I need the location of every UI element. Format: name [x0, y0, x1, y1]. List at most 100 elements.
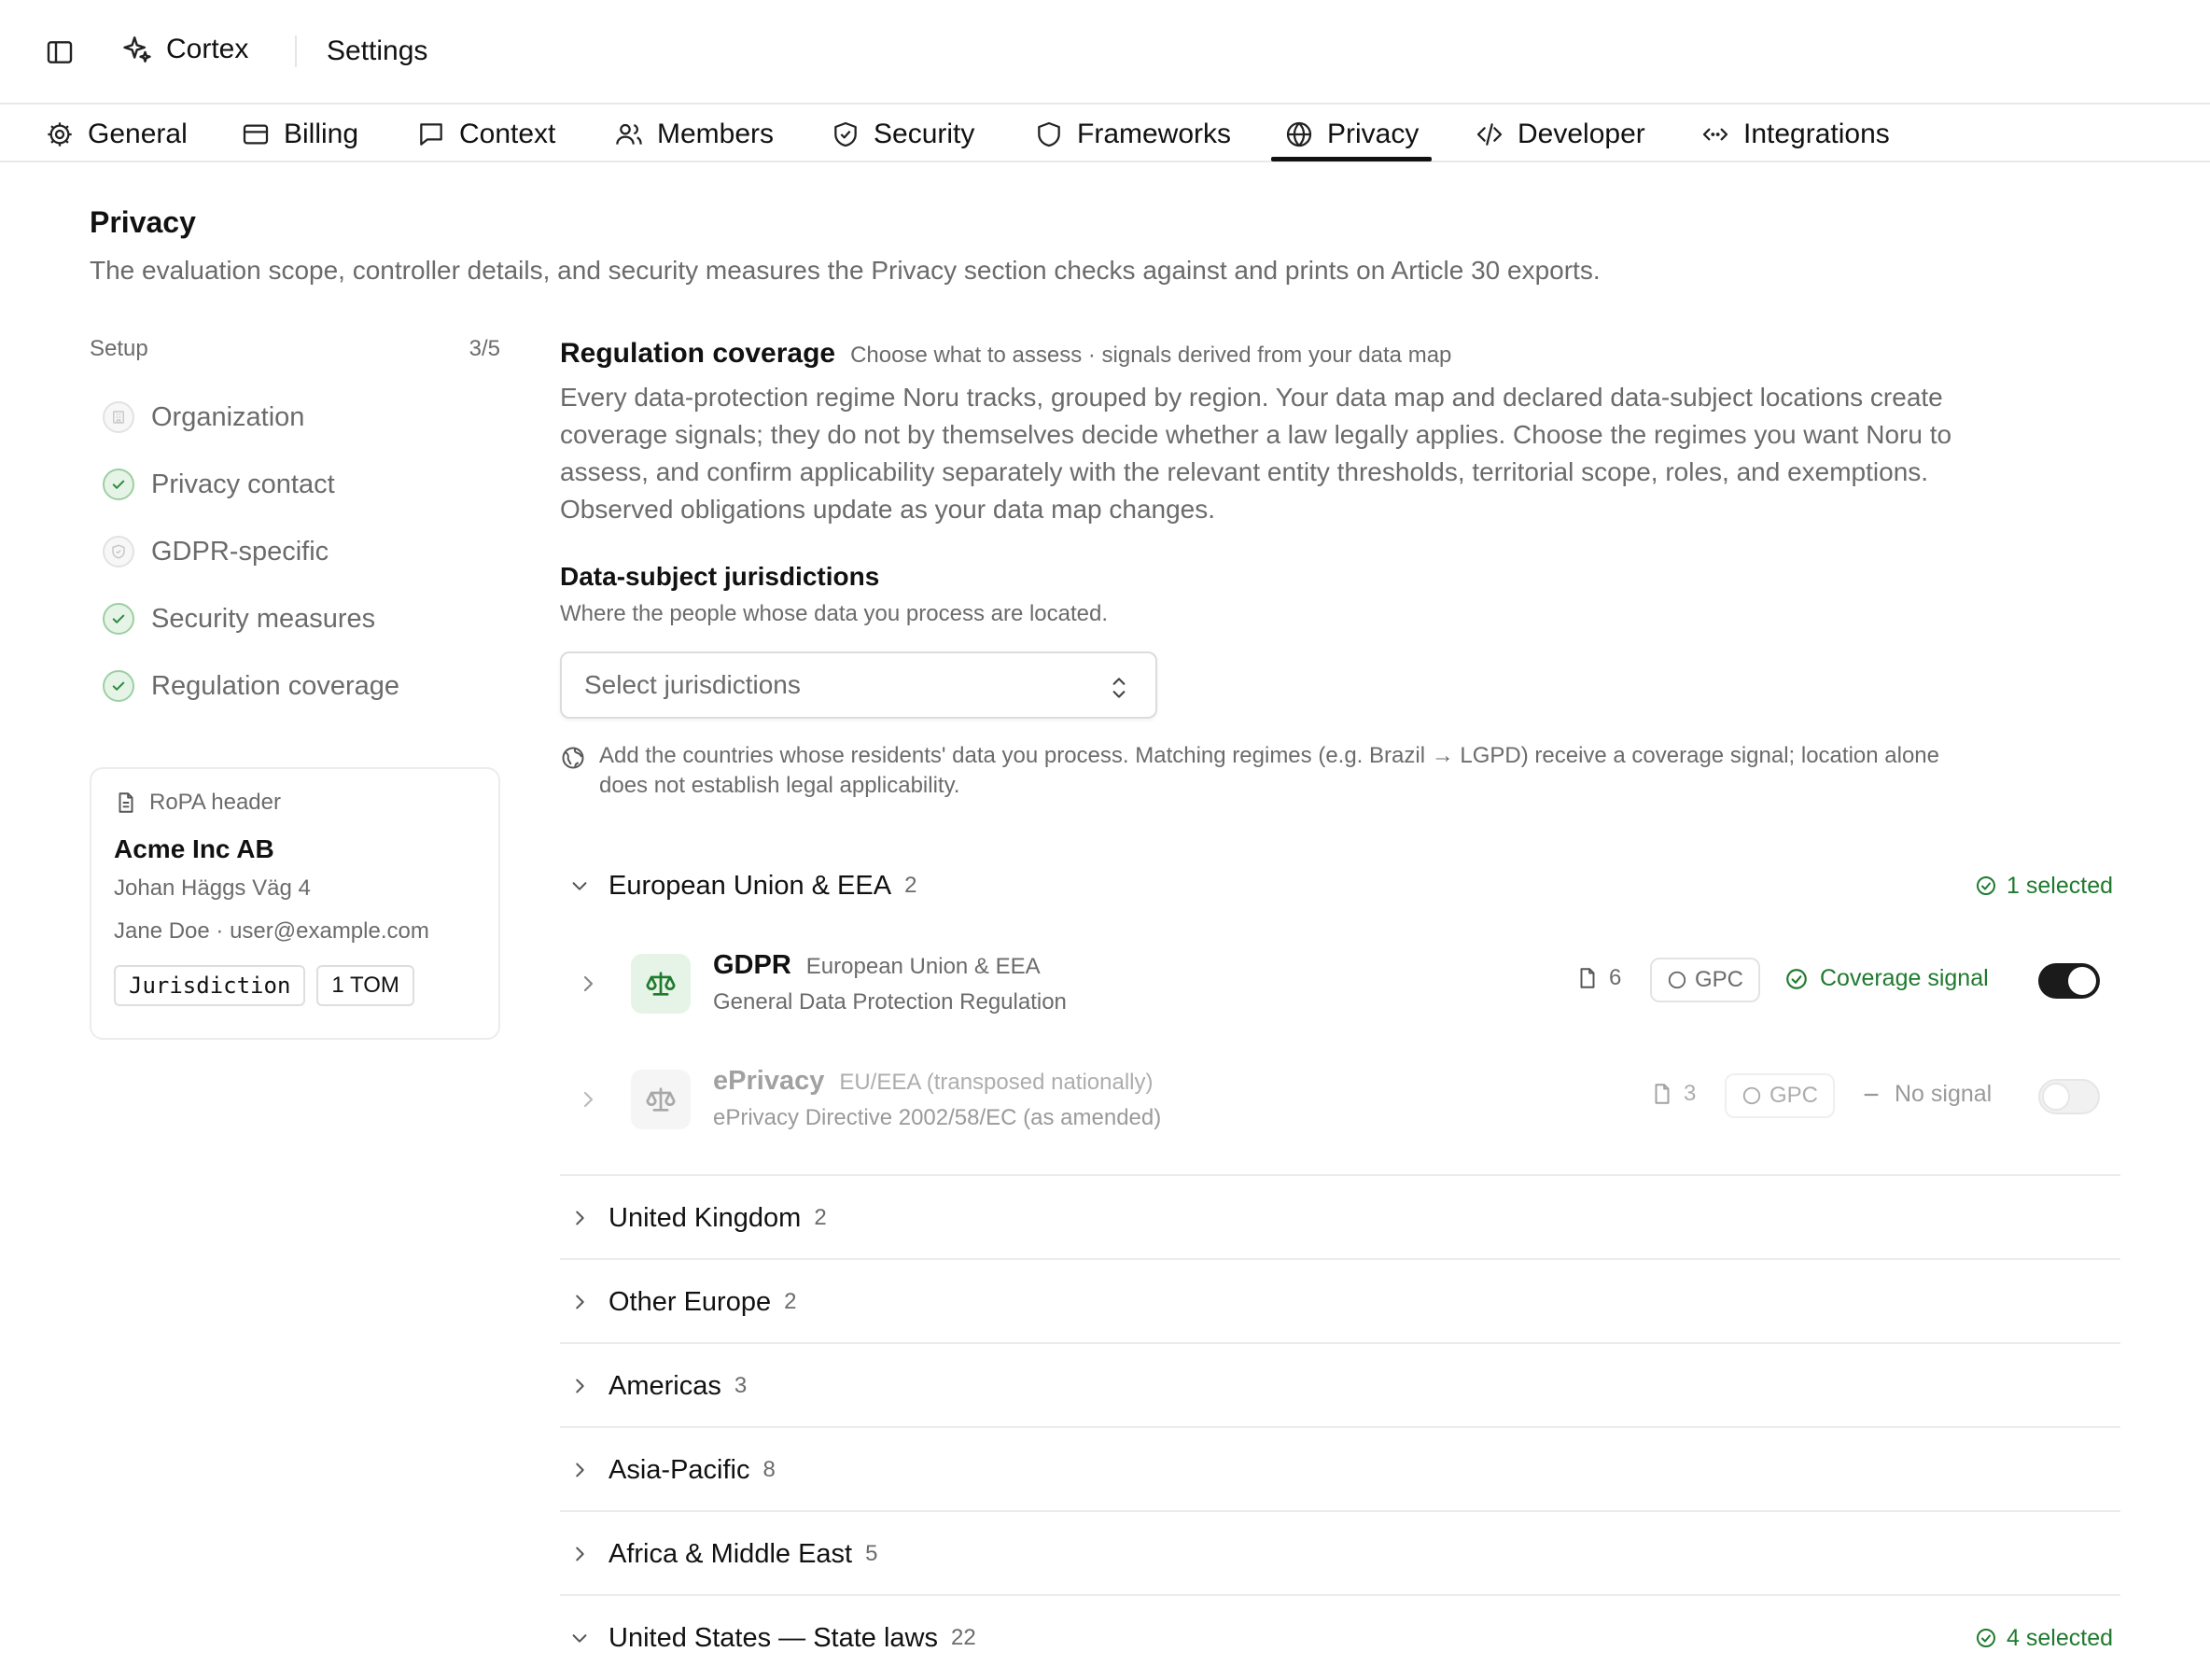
- chevron-right-icon[interactable]: [579, 973, 597, 995]
- shield-icon: [1038, 121, 1060, 147]
- tab-label: Billing: [284, 119, 359, 149]
- group-name: United States — State laws: [608, 1622, 938, 1653]
- coverage-signal: Coverage signal: [1784, 965, 1989, 992]
- step-label: Organization: [151, 401, 305, 432]
- document-count-value: 3: [1684, 1081, 1697, 1106]
- jurisdictions-title: Data-subject jurisdictions: [560, 562, 880, 591]
- chevron-right-icon: [576, 1211, 584, 1225]
- group-eu-eea[interactable]: European Union & EEA 2 1 selected: [560, 844, 2120, 928]
- arrows-icon: [1702, 128, 1728, 141]
- code-icon: [1476, 123, 1503, 146]
- ropa-card-title: RoPA header: [149, 790, 281, 815]
- eprivacy-toggle[interactable]: [2038, 1079, 2100, 1114]
- chevron-down-icon: [572, 1634, 587, 1643]
- document-icon: [1580, 968, 1595, 988]
- chevron-right-icon: [576, 1295, 584, 1309]
- tab-frameworks[interactable]: Frameworks: [1034, 114, 1231, 155]
- toggle-knob: [2068, 967, 2096, 995]
- check-icon: [103, 603, 134, 635]
- setup-progress: 3/5: [469, 336, 500, 361]
- card-icon: [243, 124, 269, 145]
- tab-general[interactable]: General: [45, 114, 188, 155]
- chevron-down-icon: [572, 882, 587, 890]
- regulation-title: GDPR European Union & EEA: [713, 950, 1041, 981]
- ropa-card-header: RoPA header: [114, 790, 476, 816]
- check-circle-icon: [1977, 876, 1996, 895]
- setup-label: Setup: [90, 336, 148, 361]
- scale-icon: [631, 1070, 691, 1129]
- group-count: 2: [904, 873, 917, 898]
- group-count: 3: [734, 1373, 748, 1398]
- tab-label: Frameworks: [1077, 119, 1232, 149]
- sidebar-toggle-icon[interactable]: [45, 37, 75, 67]
- jurisdictions-select[interactable]: Select jurisdictions: [560, 651, 1157, 719]
- tab-developer[interactable]: Developer: [1475, 114, 1645, 155]
- tab-billing[interactable]: Billing: [241, 114, 358, 155]
- group-count: 2: [784, 1289, 797, 1314]
- group-americas[interactable]: Americas 3: [560, 1344, 2120, 1428]
- document-count: 6: [1575, 965, 1621, 991]
- check-icon: [103, 469, 134, 500]
- coverage-signal-text: Coverage signal: [1820, 965, 1989, 991]
- gpc-label: GPC: [1695, 967, 1744, 992]
- section-subtitle: Choose what to assess · signals derived …: [850, 343, 1452, 368]
- tab-members[interactable]: Members: [614, 114, 774, 155]
- coverage-signal: No signal: [1859, 1081, 1992, 1108]
- step-security-measures[interactable]: Security measures: [103, 603, 375, 635]
- step-regulation-coverage[interactable]: Regulation coverage: [103, 670, 399, 702]
- check-circle-icon: [1786, 968, 1807, 989]
- tab-security[interactable]: Security: [831, 114, 974, 155]
- regulation-region: European Union & EEA: [805, 954, 1041, 979]
- group-count: 22: [951, 1625, 976, 1650]
- circle-icon: [1742, 1086, 1761, 1105]
- tab-label: Privacy: [1327, 119, 1420, 149]
- regulation-row-gdpr[interactable]: GDPR European Union & EEA General Data P…: [560, 939, 2120, 1032]
- circle-icon: [1668, 971, 1686, 989]
- regulation-name: GDPR: [713, 950, 791, 980]
- gpc-badge: GPC: [1650, 958, 1761, 1002]
- chevron-right-icon: [576, 1379, 584, 1393]
- group-africa-middle-east[interactable]: Africa & Middle East 5: [560, 1512, 2120, 1596]
- chat-icon: [420, 123, 442, 146]
- gpc-label: GPC: [1769, 1083, 1819, 1108]
- tab-label: General: [88, 119, 188, 149]
- jurisdictions-hint: Add the countries whose residents' data …: [560, 741, 1979, 801]
- step-privacy-contact[interactable]: Privacy contact: [103, 469, 335, 500]
- group-selected-badge: 1 selected: [1975, 873, 2113, 900]
- tab-privacy[interactable]: Privacy: [1284, 114, 1419, 155]
- regulation-row-eprivacy[interactable]: ePrivacy EU/EEA (transposed nationally) …: [560, 1055, 2120, 1148]
- group-count: 5: [865, 1541, 878, 1566]
- chevron-right-icon: [576, 1547, 584, 1561]
- shield-icon: [103, 536, 134, 567]
- workspace-switcher[interactable]: Cortex: [121, 34, 248, 65]
- group-selected-text: 4 selected: [2007, 1624, 2113, 1651]
- regulation-full-name: General Data Protection Regulation: [713, 989, 1067, 1015]
- group-name: Americas: [608, 1370, 721, 1401]
- shield-check-icon: [834, 121, 857, 147]
- ropa-chips: Jurisdiction 1 TOM: [114, 965, 476, 1006]
- regulation-full-name: ePrivacy Directive 2002/58/EC (as amende…: [713, 1105, 1162, 1130]
- document-icon: [119, 792, 133, 813]
- chevron-right-icon[interactable]: [579, 1088, 597, 1111]
- group-name: Asia-Pacific: [608, 1454, 750, 1485]
- step-gdpr-specific[interactable]: GDPR-specific: [103, 536, 329, 567]
- group-united-kingdom[interactable]: United Kingdom 2: [560, 1176, 2120, 1260]
- step-label: GDPR-specific: [151, 536, 329, 567]
- tab-context[interactable]: Context: [416, 114, 555, 155]
- group-us-state-laws[interactable]: United States — State laws 22 4 selected: [560, 1596, 2120, 1680]
- step-organization[interactable]: Organization: [103, 401, 304, 433]
- document-icon: [1655, 1084, 1670, 1104]
- tab-label: Security: [874, 119, 975, 149]
- group-asia-pacific[interactable]: Asia-Pacific 8: [560, 1428, 2120, 1512]
- organization-contact: Jane Doe · user@example.com: [114, 918, 429, 944]
- gdpr-toggle[interactable]: [2038, 963, 2100, 999]
- section-header: Regulation coverage Choose what to asses…: [560, 338, 1451, 370]
- regulation-name: ePrivacy: [713, 1066, 825, 1096]
- building-icon: [103, 401, 134, 433]
- gpc-badge: GPC: [1725, 1073, 1836, 1118]
- globe-icon: [562, 747, 584, 769]
- tab-integrations[interactable]: Integrations: [1700, 114, 1890, 155]
- group-other-europe[interactable]: Other Europe 2: [560, 1260, 2120, 1344]
- top-bar: Cortex Settings: [0, 0, 2210, 103]
- page-title: Privacy: [90, 205, 196, 239]
